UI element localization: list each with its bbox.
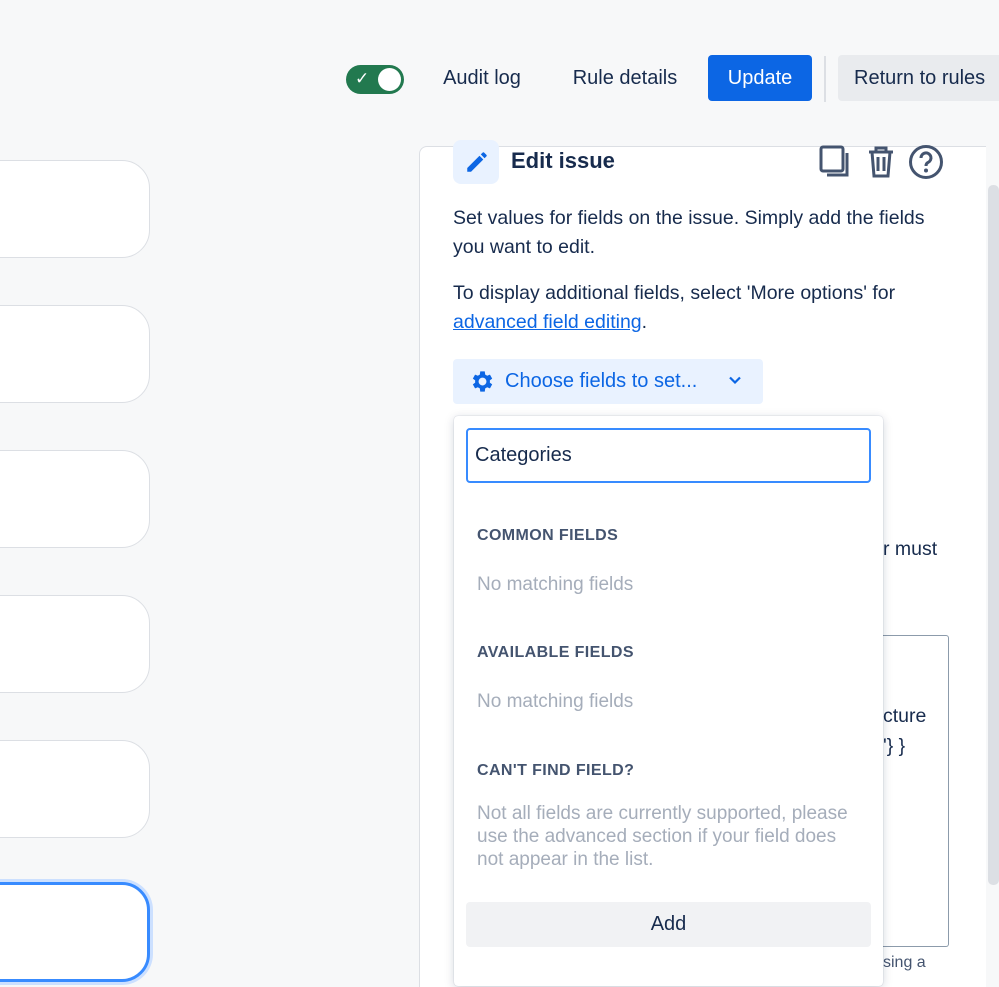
panel-description: Set values for fields on the issue. Simp…	[453, 207, 925, 258]
obscured-text: sing a	[883, 954, 926, 971]
advanced-note-period: .	[641, 311, 648, 333]
add-button[interactable]: Add	[466, 902, 871, 947]
gear-icon	[468, 368, 495, 400]
check-icon: ✓	[355, 69, 370, 88]
choose-fields-label: Choose fields to set...	[505, 370, 698, 392]
obscured-text: cture	[883, 705, 927, 727]
rule-component-card[interactable]	[0, 160, 150, 258]
panel-title: Edit issue	[511, 148, 615, 173]
obscured-textarea[interactable]	[880, 635, 949, 947]
available-fields-empty: No matching fields	[477, 691, 634, 712]
pencil-icon	[453, 140, 499, 184]
rule-enabled-toggle[interactable]: ✓	[346, 65, 404, 94]
available-fields-heading: AVAILABLE FIELDS	[477, 644, 634, 661]
advanced-note: To display additional fields, select 'Mo…	[453, 279, 953, 337]
help-icon[interactable]	[908, 144, 944, 180]
common-fields-empty: No matching fields	[477, 574, 634, 595]
rule-component-card-selected[interactable]	[0, 882, 150, 982]
update-button[interactable]: Update	[708, 55, 812, 101]
field-search-input[interactable]	[466, 428, 871, 483]
toggle-knob	[378, 68, 401, 91]
rule-details-button[interactable]: Rule details	[558, 55, 692, 101]
cant-find-note: Not all fields are currently supported, …	[477, 803, 848, 870]
cant-find-heading: CAN'T FIND FIELD?	[477, 762, 635, 779]
advanced-field-editing-link[interactable]: advanced field editing	[453, 311, 642, 333]
obscured-text: r must	[883, 538, 938, 560]
copy-icon[interactable]	[818, 145, 852, 179]
toolbar-divider	[824, 56, 826, 102]
field-picker-dropdown: COMMON FIELDS No matching fields AVAILAB…	[454, 416, 883, 986]
rule-component-card[interactable]	[0, 740, 150, 838]
advanced-note-text: To display additional fields, select 'Mo…	[453, 282, 896, 304]
return-to-rules-button[interactable]: Return to rules	[838, 55, 999, 101]
choose-fields-button[interactable]: Choose fields to set...	[453, 359, 763, 404]
panel-scrollbar[interactable]	[988, 185, 999, 885]
chevron-down-icon	[728, 373, 742, 392]
trash-icon[interactable]	[864, 145, 898, 179]
audit-log-button[interactable]: Audit log	[428, 55, 536, 101]
common-fields-heading: COMMON FIELDS	[477, 527, 619, 544]
rule-component-card[interactable]	[0, 305, 150, 403]
obscured-text: '} }	[883, 735, 906, 757]
top-toolbar: ✓ Audit log Rule details Update Return t…	[0, 0, 999, 150]
rule-component-card[interactable]	[0, 450, 150, 548]
rule-component-card[interactable]	[0, 595, 150, 693]
